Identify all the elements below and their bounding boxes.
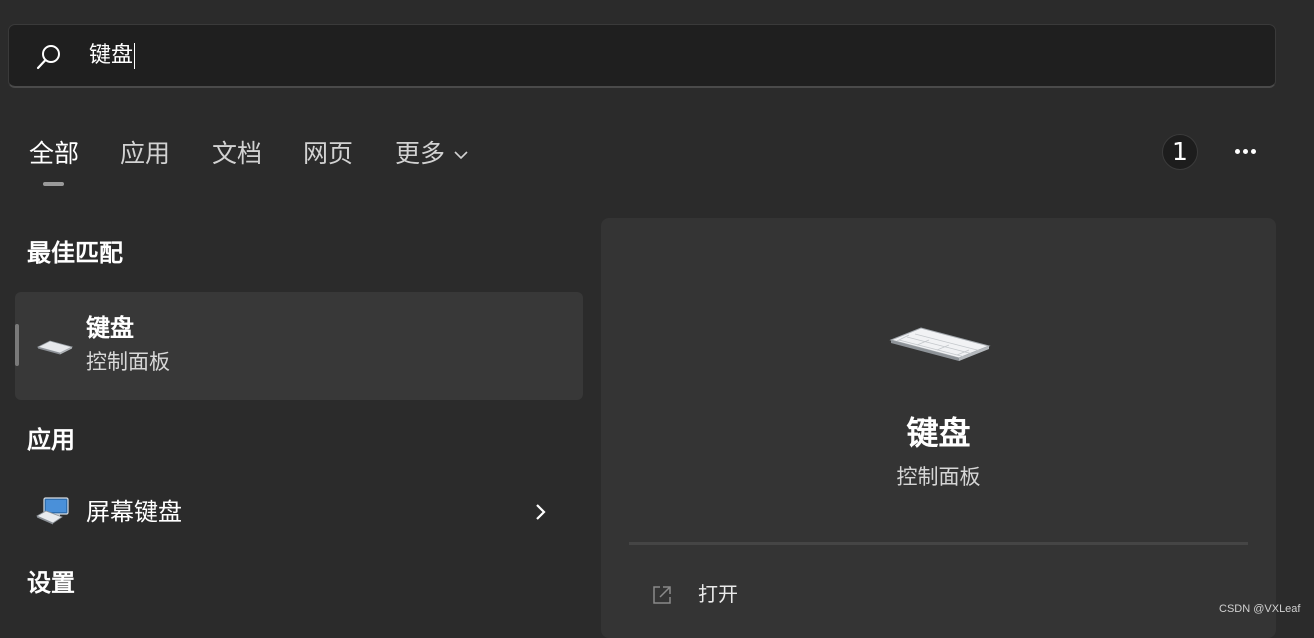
keyboard-icon	[889, 327, 991, 361]
tab-apps[interactable]: 应用	[120, 137, 170, 171]
more-options-button[interactable]	[1228, 140, 1264, 164]
tab-documents[interactable]: 文档	[212, 137, 262, 171]
chevron-down-icon[interactable]	[454, 150, 468, 160]
active-tab-indicator	[43, 182, 64, 186]
open-external-icon	[653, 586, 671, 604]
onscreen-keyboard-icon	[36, 497, 69, 525]
best-match-heading: 最佳匹配	[27, 239, 123, 267]
best-match-item[interactable]	[15, 292, 583, 400]
watermark: CSDN @VXLeaf	[1219, 603, 1301, 615]
apps-heading: 应用	[27, 426, 75, 454]
keyboard-icon	[36, 340, 74, 355]
best-match-subtitle: 控制面板	[86, 350, 170, 374]
more-horizontal-icon	[1235, 149, 1240, 154]
tab-web[interactable]: 网页	[303, 137, 353, 171]
tab-all[interactable]: 全部	[29, 137, 79, 171]
open-label: 打开	[698, 582, 738, 606]
text-caret	[134, 43, 136, 69]
chevron-right-icon[interactable]	[534, 502, 548, 522]
search-box[interactable]: 键盘	[8, 24, 1276, 88]
open-action[interactable]: 打开	[631, 570, 1246, 620]
divider	[629, 542, 1248, 545]
app-label: 屏幕键盘	[86, 498, 182, 526]
selection-indicator	[15, 324, 19, 366]
preview-panel: 键盘 控制面板 打开	[601, 218, 1276, 638]
settings-heading: 设置	[27, 569, 75, 597]
tab-more[interactable]: 更多	[395, 137, 445, 171]
reward-badge[interactable]: 1	[1162, 134, 1198, 170]
preview-title: 键盘	[906, 414, 971, 452]
preview-subtitle: 控制面板	[896, 465, 981, 489]
search-icon	[36, 45, 60, 70]
search-input[interactable]: 键盘	[89, 42, 136, 70]
best-match-title: 键盘	[86, 314, 134, 342]
